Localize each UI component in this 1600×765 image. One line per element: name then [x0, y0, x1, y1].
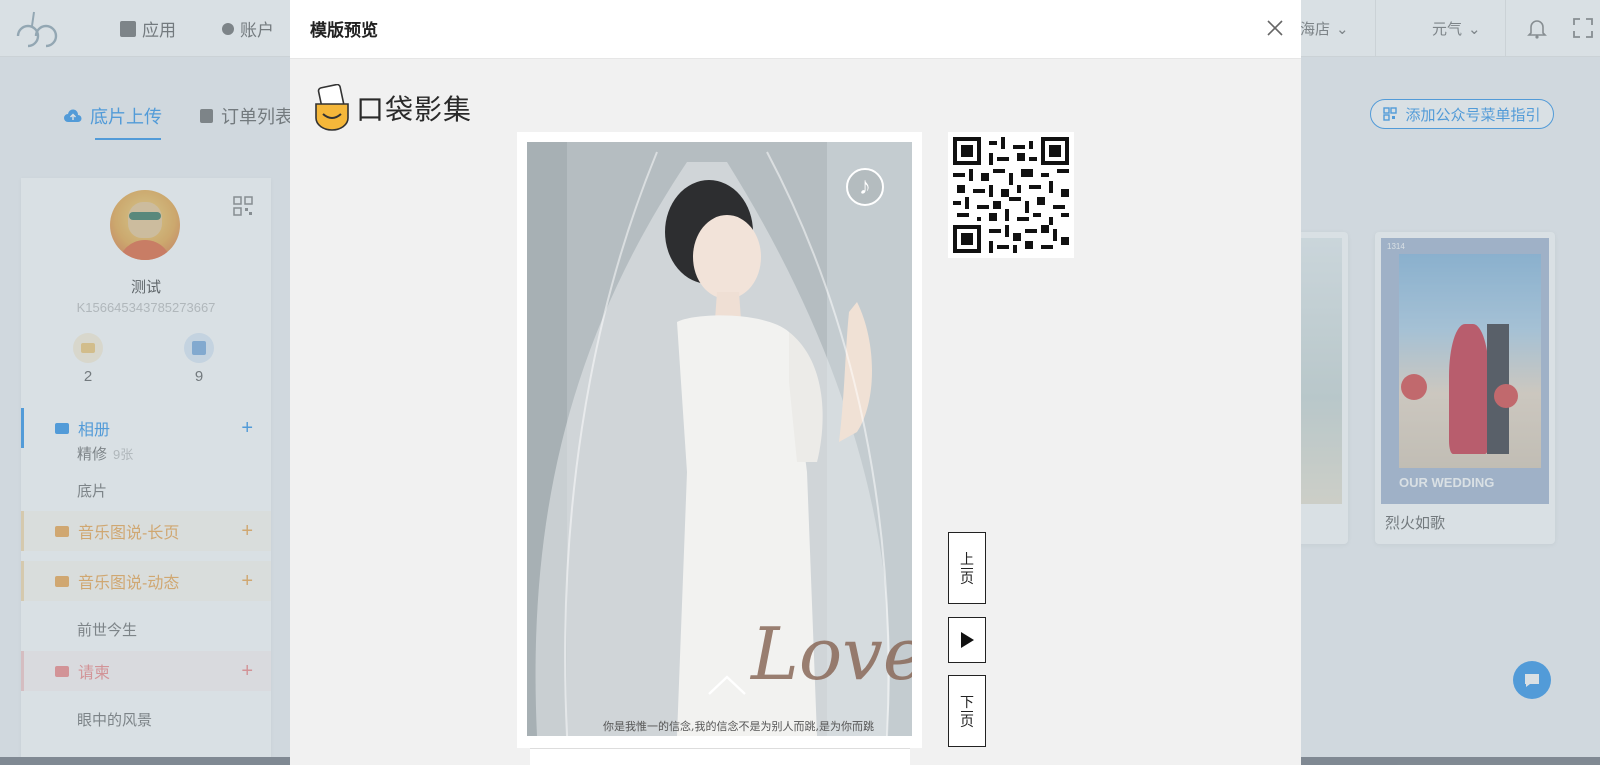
pocket-album-logo-icon	[315, 84, 349, 131]
close-icon	[1267, 20, 1283, 36]
brand-name: 口袋影集	[356, 94, 473, 125]
modal-title: 模版预览	[310, 21, 378, 40]
next-label: 页	[960, 712, 974, 729]
music-note-icon: ♪	[859, 173, 871, 200]
close-button[interactable]	[1261, 14, 1289, 42]
modal-header: 模版预览	[290, 0, 1301, 59]
preview-qr-code	[948, 132, 1074, 258]
preview-caption: 你是我惟一的信念,我的信念不是为别人而跳,是为你而跳	[603, 720, 874, 733]
divider	[961, 567, 973, 569]
play-button[interactable]	[948, 617, 986, 663]
chevron-up-icon[interactable]	[707, 674, 747, 696]
template-preview-modal: 模版预览 口袋影集 ♪ Love 你是我惟一的信念,我的信念不是为别人而跳,是为…	[290, 0, 1301, 765]
next-page-button[interactable]: 下 页	[948, 675, 986, 747]
preview-next-page-edge	[530, 748, 910, 765]
prev-page-button[interactable]: 上 页	[948, 532, 986, 604]
brand-logo: 口袋影集	[314, 84, 472, 132]
next-label: 下	[960, 693, 974, 710]
play-icon	[961, 632, 974, 648]
music-toggle[interactable]: ♪	[846, 168, 884, 206]
prev-label: 页	[960, 569, 974, 586]
preview-page[interactable]: ♪ Love 你是我惟一的信念,我的信念不是为别人而跳,是为你而跳	[527, 142, 912, 736]
love-script: Love	[751, 612, 912, 696]
qr-code-image	[953, 137, 1069, 253]
prev-label: 上	[960, 550, 974, 567]
divider	[961, 710, 973, 712]
